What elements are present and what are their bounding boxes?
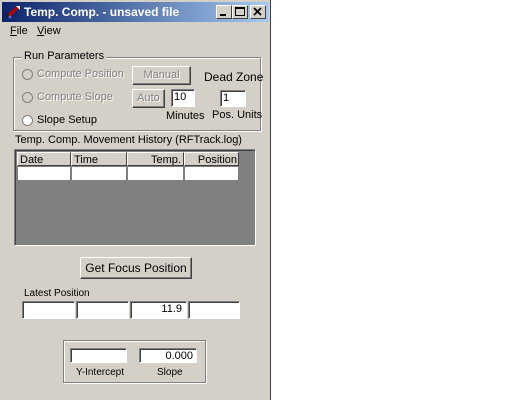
- radio-circle: [22, 69, 33, 80]
- manual-button[interactable]: Manual: [132, 66, 191, 85]
- close-button[interactable]: [250, 5, 266, 19]
- column-time-label: Time: [74, 154, 99, 166]
- table-cell-temp[interactable]: [127, 166, 184, 181]
- latest-position-label: Latest Position: [24, 288, 90, 299]
- table-cell-position[interactable]: [184, 166, 239, 181]
- radio-circle: [22, 115, 33, 126]
- maximize-icon: [235, 7, 245, 16]
- column-header-time[interactable]: Time: [71, 152, 127, 166]
- get-focus-position-button[interactable]: Get Focus Position: [80, 257, 192, 279]
- maximize-button[interactable]: [232, 5, 248, 19]
- column-header-date[interactable]: Date: [17, 152, 71, 166]
- title-bar[interactable]: Temp. Comp. - unsaved file: [2, 2, 269, 22]
- table-cell-date[interactable]: [17, 166, 71, 181]
- run-parameters-label: Run Parameters: [22, 50, 107, 62]
- column-header-position[interactable]: Position: [184, 152, 239, 166]
- menu-view[interactable]: View: [37, 25, 61, 37]
- auto-button[interactable]: Auto: [132, 89, 165, 108]
- y-intercept-field[interactable]: [70, 348, 127, 363]
- y-intercept-label: Y-Intercept: [76, 367, 124, 378]
- column-header-temp[interactable]: Temp.: [127, 152, 184, 166]
- radio-circle: [22, 92, 33, 103]
- minutes-input[interactable]: 10: [171, 89, 195, 107]
- movement-history-label: Temp. Comp. Movement History (RFTrack.lo…: [15, 134, 242, 146]
- menu-file[interactable]: File: [10, 25, 28, 37]
- app-icon[interactable]: [5, 4, 21, 20]
- minutes-label: Minutes: [166, 110, 205, 122]
- slope-field[interactable]: 0.000: [139, 348, 197, 363]
- slope-setup-label: Slope Setup: [37, 114, 97, 126]
- temp-comp-window: Temp. Comp. - unsaved file File View Run…: [0, 0, 271, 400]
- column-temp-label: Temp.: [151, 154, 181, 166]
- pos-units-label: Pos. Units: [212, 109, 263, 121]
- menu-bar: File View: [2, 23, 269, 41]
- latest-position-field-4[interactable]: [188, 301, 240, 319]
- dead-zone-label: Dead Zone: [204, 70, 264, 84]
- column-date-label: Date: [20, 154, 44, 166]
- latest-position-field-1[interactable]: [22, 301, 75, 319]
- slope-label: Slope: [157, 367, 183, 378]
- latest-position-field-2[interactable]: [76, 301, 129, 319]
- movement-history-table[interactable]: Date Time Temp. Position: [14, 149, 256, 246]
- compute-position-label: Compute Position: [37, 68, 124, 80]
- minimize-button[interactable]: [216, 5, 232, 19]
- dead-zone-input[interactable]: 1: [220, 90, 246, 107]
- minimize-icon: [220, 14, 226, 16]
- column-position-label: Position: [197, 154, 237, 166]
- window-title: Temp. Comp. - unsaved file: [24, 5, 180, 19]
- compute-slope-label: Compute Slope: [37, 91, 113, 103]
- latest-position-temp-field[interactable]: 11.9: [130, 301, 187, 319]
- close-icon: [253, 7, 262, 16]
- table-cell-time[interactable]: [71, 166, 127, 181]
